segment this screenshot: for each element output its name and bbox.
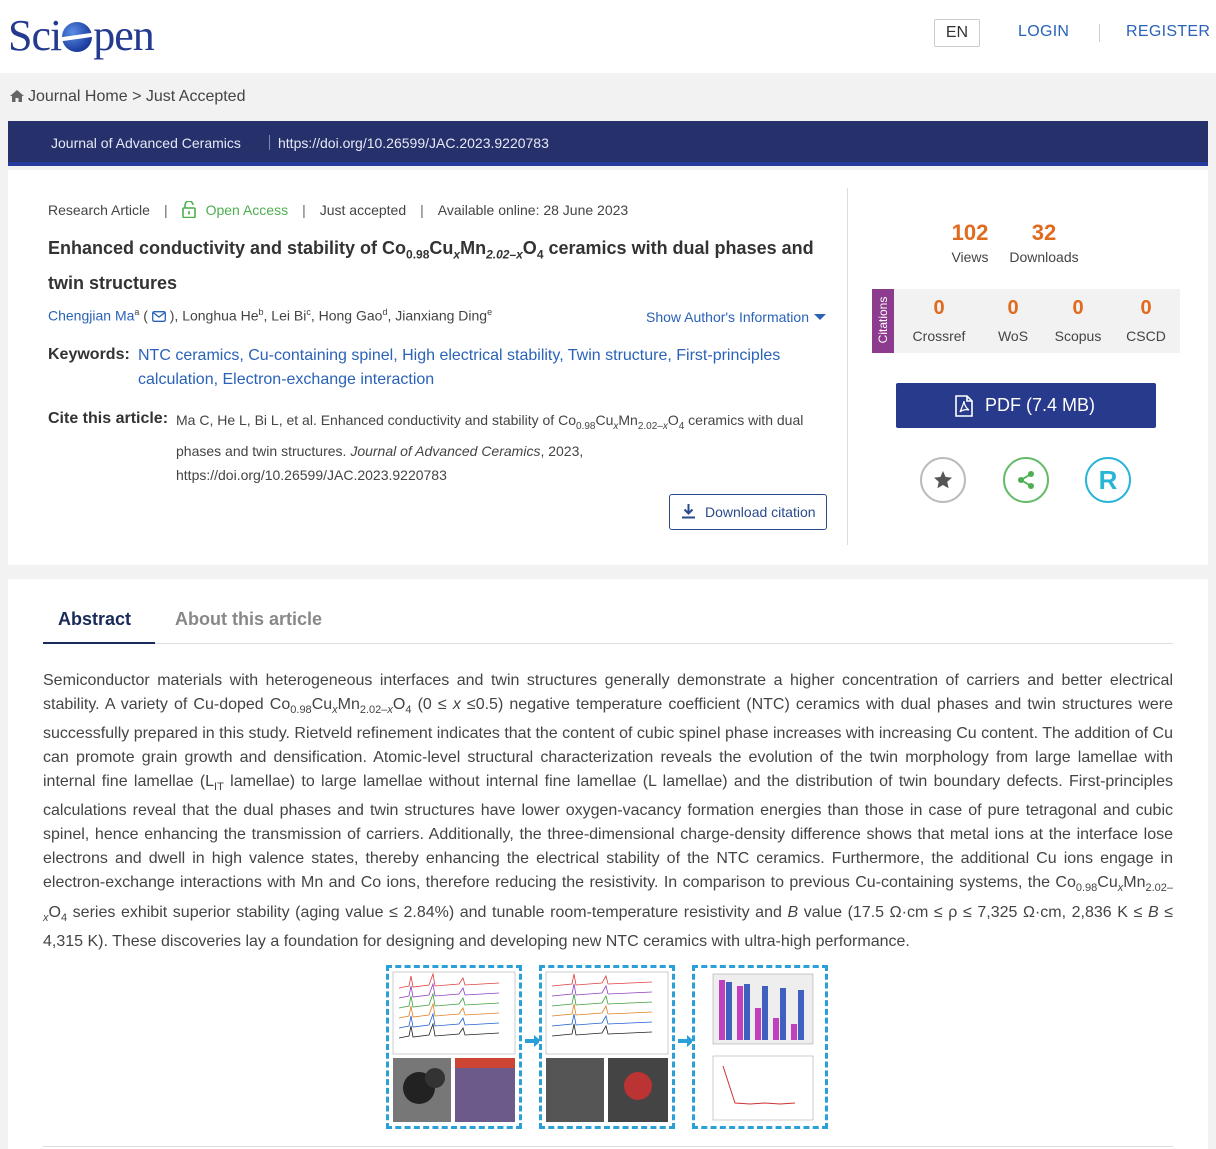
keywords-label: Keywords:: [48, 346, 130, 363]
journal-name-link[interactable]: Journal of Advanced Ceramics: [51, 135, 241, 151]
share-icon: [1018, 471, 1034, 489]
home-icon: [10, 90, 24, 102]
open-lock-icon: [181, 201, 196, 218]
tab-about-article[interactable]: About this article: [175, 609, 322, 630]
author-list: Chengjian Maa ( ), Longhua Heb, Lei Bic,…: [48, 307, 493, 324]
top-header: Sci pen EN LOGIN REGISTER: [0, 0, 1216, 73]
mail-icon[interactable]: [151, 310, 166, 322]
xrd-tem-figure: [392, 971, 516, 1122]
language-button[interactable]: EN: [934, 19, 980, 47]
download-citation-button[interactable]: Download citation: [669, 494, 827, 530]
show-author-info-toggle[interactable]: Show Author's Information: [646, 309, 826, 325]
caret-down-icon: [813, 314, 826, 320]
abstract-section: Abstract About this article Semiconducto…: [8, 579, 1208, 1149]
journal-bar: Journal of Advanced Ceramics https://doi…: [8, 121, 1208, 166]
sciopen-logo[interactable]: Sci pen: [8, 12, 155, 60]
author-name[interactable]: Longhua He: [182, 308, 258, 324]
cscd-label: CSCD: [1126, 328, 1166, 344]
figure-panel-resistivity: [692, 965, 828, 1129]
article-meta: Research Article | Open Access | Just accept…: [48, 201, 629, 218]
downloads-count: 32: [1031, 220, 1057, 245]
favorite-button[interactable]: [920, 457, 966, 503]
pdf-download-button[interactable]: PDF (7.4 MB): [896, 383, 1156, 428]
breadcrumb: Journal Home > Just Accepted: [10, 88, 245, 106]
pdf-icon: [955, 395, 973, 417]
cite-label: Cite this article:: [48, 410, 169, 427]
share-button[interactable]: [1003, 457, 1049, 503]
author-name[interactable]: Jianxiang Ding: [395, 308, 487, 324]
open-access-label: Open Access: [205, 202, 289, 218]
article-type: Research Article: [48, 202, 150, 218]
citation-text: Ma C, He L, Bi L, et al. Enhanced conduc…: [176, 412, 804, 483]
article-card: Research Article | Open Access | Just accept…: [8, 170, 1208, 565]
breadcrumb-home[interactable]: Journal Home: [28, 88, 128, 105]
abstract-text: Semiconductor materials with heterogeneo…: [43, 672, 1174, 950]
register-link[interactable]: REGISTER: [1126, 23, 1210, 41]
active-tab-indicator: [43, 642, 155, 644]
researchgate-button[interactable]: R: [1085, 457, 1131, 503]
views-count: 102: [951, 220, 989, 245]
login-link[interactable]: LOGIN: [1018, 23, 1069, 41]
breadcrumb-current[interactable]: Just Accepted: [146, 88, 246, 105]
crossref-label: Crossref: [912, 328, 966, 344]
keywords-list[interactable]: NTC ceramics, Cu-containing spinel, High…: [138, 344, 818, 392]
journal-bar-divider: [269, 135, 270, 150]
download-icon: [682, 504, 695, 519]
wos-count[interactable]: 0: [983, 297, 1043, 320]
figure-panel-hrtem: [539, 965, 675, 1129]
header-divider: [1099, 24, 1100, 42]
article-title: Enhanced conductivity and stability of C…: [48, 238, 814, 293]
downloads-label: Downloads: [1009, 249, 1079, 265]
doi-link[interactable]: https://doi.org/10.26599/JAC.2023.922078…: [278, 135, 549, 151]
author-name[interactable]: Hong Gao: [319, 308, 383, 324]
breadcrumb-separator: >: [132, 88, 142, 105]
hrtem-figure: [545, 971, 669, 1122]
author-first[interactable]: Chengjian Ma: [48, 308, 134, 324]
logo-globe-icon: [62, 22, 93, 52]
tab-underline: [43, 643, 1173, 644]
tab-abstract[interactable]: Abstract: [58, 609, 131, 630]
views-label: Views: [951, 249, 989, 265]
article-status: Just accepted: [319, 202, 407, 218]
resistivity-figure: [712, 973, 814, 1121]
figure-panel-xrd-tem: [386, 965, 522, 1129]
citations-tab: Citations: [872, 289, 894, 353]
citations-box: Citations 0 Crossref 0 WoS 0 Scopus 0 CS…: [872, 289, 1180, 353]
star-icon: [934, 471, 952, 489]
graphical-abstract[interactable]: [386, 965, 828, 1129]
crossref-count[interactable]: 0: [909, 297, 969, 320]
author-name[interactable]: Lei Bi: [271, 308, 306, 324]
section-bottom-divider: [43, 1146, 1173, 1147]
cscd-count[interactable]: 0: [1116, 297, 1176, 320]
card-divider: [847, 188, 848, 545]
available-date: Available online: 28 June 2023: [437, 202, 629, 218]
scopus-count[interactable]: 0: [1048, 297, 1108, 320]
